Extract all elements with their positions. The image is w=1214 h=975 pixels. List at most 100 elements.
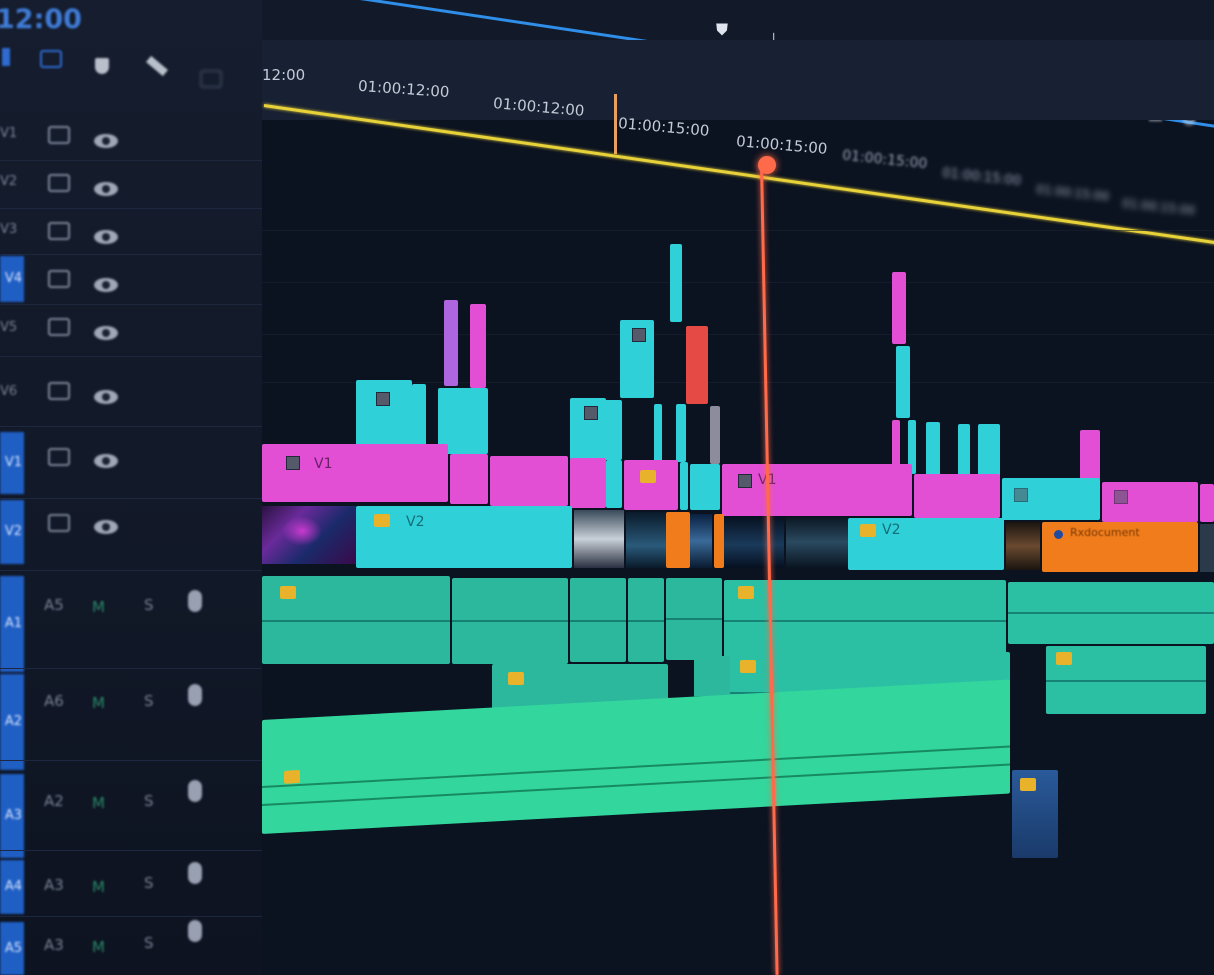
voiceover-record-icon[interactable] (188, 590, 202, 612)
track-name-a5[interactable]: A3 (44, 936, 64, 954)
track-name-a2[interactable]: A6 (44, 692, 64, 710)
toggle-sync-lock-icon[interactable] (48, 382, 70, 400)
video-clip-v1[interactable]: V1 (722, 464, 912, 516)
ruler-marker[interactable] (614, 94, 617, 154)
add-marker-icon[interactable] (95, 58, 109, 74)
video-clip[interactable] (1012, 770, 1058, 858)
mute-button[interactable]: M (92, 694, 105, 712)
video-clip[interactable] (666, 512, 690, 568)
video-clip[interactable] (444, 300, 458, 386)
track-label-v1[interactable]: V1 (0, 126, 22, 141)
toggle-output-eye-icon[interactable] (94, 326, 118, 340)
audio-target-a5[interactable]: A5 (0, 922, 24, 975)
video-clip[interactable] (490, 456, 568, 506)
track-name-a1[interactable]: A5 (44, 596, 64, 614)
video-clip[interactable] (624, 460, 678, 510)
video-clip[interactable] (620, 320, 654, 398)
toggle-output-eye-icon[interactable] (94, 134, 118, 148)
mute-button[interactable]: M (92, 938, 105, 956)
video-clip[interactable] (356, 380, 412, 450)
audio-clip[interactable] (262, 679, 1010, 834)
video-thumbnail[interactable] (262, 506, 356, 564)
playhead-line[interactable] (760, 163, 779, 975)
audio-clip[interactable] (724, 580, 1006, 660)
video-clip[interactable] (1102, 482, 1198, 522)
track-label-v1-target[interactable]: V1 (0, 432, 24, 494)
audio-clip[interactable] (1046, 646, 1206, 714)
track-label-v3[interactable]: V3 (0, 222, 22, 237)
track-label-v2[interactable]: V2 (0, 174, 22, 189)
voiceover-record-icon[interactable] (188, 684, 202, 706)
toggle-output-eye-icon[interactable] (94, 278, 118, 292)
track-label-v5[interactable]: V5 (0, 320, 22, 335)
video-clip[interactable] (1002, 478, 1100, 520)
audio-clip[interactable] (1008, 582, 1214, 644)
toggle-sync-lock-icon[interactable] (48, 318, 70, 336)
toggle-sync-lock-icon[interactable] (48, 270, 70, 288)
video-clip[interactable] (654, 404, 662, 462)
video-thumbnail[interactable] (1006, 522, 1040, 570)
toggle-sync-lock-icon[interactable] (48, 222, 70, 240)
video-clip[interactable] (604, 400, 622, 460)
toggle-output-eye-icon[interactable] (94, 454, 118, 468)
audio-target-a3[interactable]: A3 (0, 774, 24, 858)
video-clip[interactable] (680, 462, 688, 510)
solo-button[interactable]: S (144, 596, 154, 614)
video-clip[interactable] (1200, 484, 1214, 522)
track-name-a3[interactable]: A2 (44, 792, 64, 810)
video-clip-v2[interactable]: V2 (848, 518, 1004, 570)
toggle-output-eye-icon[interactable] (94, 390, 118, 404)
solo-button[interactable]: S (144, 692, 154, 710)
track-label-v6[interactable]: V6 (0, 384, 22, 399)
audio-clip[interactable] (628, 578, 664, 662)
solo-button[interactable]: S (144, 792, 154, 810)
toggle-output-eye-icon[interactable] (94, 182, 118, 196)
video-clip[interactable] (606, 460, 622, 508)
video-clip[interactable] (926, 422, 940, 476)
track-label-v4[interactable]: V4 (0, 256, 24, 302)
toggle-sync-lock-icon[interactable] (48, 448, 70, 466)
voiceover-record-icon[interactable] (188, 780, 202, 802)
toggle-sync-lock-icon[interactable] (48, 514, 70, 532)
video-clip[interactable] (570, 398, 606, 460)
video-thumbnail[interactable] (786, 516, 848, 568)
video-clip[interactable] (896, 346, 910, 418)
video-thumbnail[interactable] (690, 514, 712, 568)
solo-button[interactable]: S (144, 874, 154, 892)
video-clip[interactable] (714, 514, 724, 568)
video-clip[interactable] (686, 326, 708, 404)
timecode-display[interactable]: 12:00 (0, 4, 82, 35)
video-clip[interactable] (1080, 430, 1100, 480)
captions-icon[interactable] (200, 70, 222, 88)
toggle-output-eye-icon[interactable] (94, 520, 118, 534)
track-name-a4[interactable]: A3 (44, 876, 64, 894)
snap-icon[interactable] (2, 48, 10, 66)
video-thumbnail[interactable] (724, 516, 784, 568)
video-clip[interactable] (412, 384, 426, 450)
audio-target-a4[interactable]: A4 (0, 860, 24, 914)
marker-icon[interactable]: ⛊ (716, 20, 728, 40)
mute-button[interactable]: M (92, 598, 105, 616)
video-clip[interactable] (676, 404, 686, 462)
video-clip[interactable] (892, 272, 906, 344)
audio-target-a1[interactable]: A1 (0, 576, 24, 672)
audio-clip[interactable] (666, 578, 722, 660)
voiceover-record-icon[interactable] (188, 920, 202, 942)
mute-button[interactable]: M (92, 794, 105, 812)
video-thumbnail[interactable] (574, 510, 624, 568)
audio-clip[interactable] (452, 578, 568, 664)
toggle-output-eye-icon[interactable] (94, 230, 118, 244)
mute-button[interactable]: M (92, 878, 105, 896)
solo-button[interactable]: S (144, 934, 154, 952)
wrench-icon[interactable] (146, 55, 168, 77)
audio-clip[interactable] (570, 578, 626, 662)
video-clip[interactable] (690, 464, 720, 510)
video-clip-orange[interactable]: Rxdocument (1042, 522, 1198, 572)
video-clip[interactable] (958, 424, 970, 478)
toggle-sync-lock-icon[interactable] (48, 174, 70, 192)
video-clip-v1[interactable]: V1 (262, 444, 448, 502)
toggle-sync-lock-icon[interactable] (48, 126, 70, 144)
playhead-handle[interactable] (758, 156, 776, 174)
audio-clip[interactable] (262, 576, 450, 664)
audio-target-a2[interactable]: A2 (0, 674, 24, 770)
